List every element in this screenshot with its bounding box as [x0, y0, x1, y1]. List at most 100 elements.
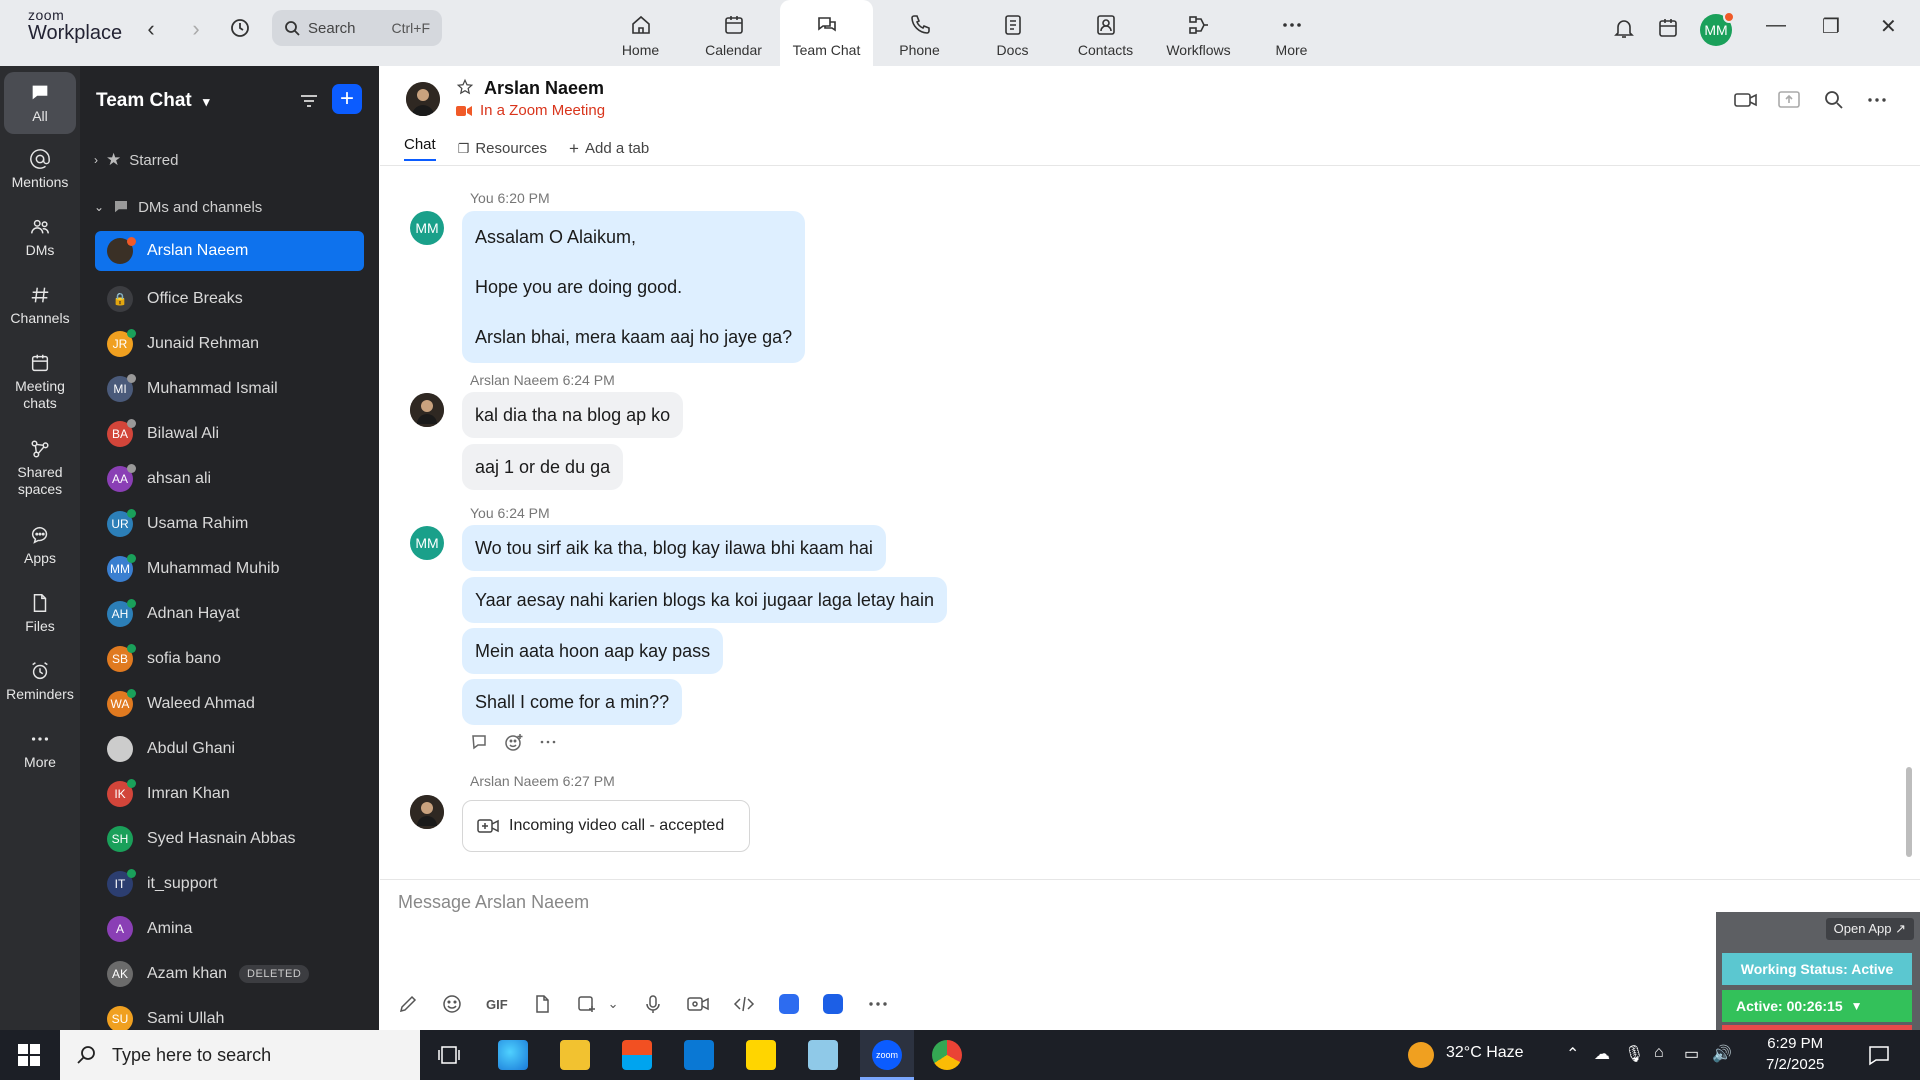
tab-phone[interactable]: Phone	[873, 0, 966, 66]
rail-shared-spaces[interactable]: Shared spaces	[4, 438, 76, 498]
sidebar-contact[interactable]: AH Adnan Hayat	[95, 591, 364, 636]
share-screen-icon[interactable]	[1778, 90, 1800, 114]
sidebar-contact[interactable]: SB sofia bano	[95, 636, 364, 681]
contact-name[interactable]: Arslan Naeem	[484, 78, 604, 99]
tab-more[interactable]: More	[1245, 0, 1338, 66]
rail-more[interactable]: More	[4, 728, 76, 771]
battery-icon[interactable]: ▭	[1684, 1044, 1699, 1064]
filter-icon[interactable]	[298, 90, 320, 116]
tab-calendar[interactable]: Calendar	[687, 0, 780, 66]
store-icon[interactable]	[622, 1040, 652, 1070]
tab-workflows[interactable]: Workflows	[1152, 0, 1245, 66]
file-explorer-icon[interactable]	[560, 1040, 590, 1070]
reply-icon[interactable]	[470, 733, 490, 751]
sidebar-contact[interactable]: AA ahsan ali	[95, 456, 364, 501]
windows-start-icon[interactable]	[18, 1044, 40, 1070]
sidebar-contact[interactable]: SH Syed Hasnain Abbas	[95, 816, 364, 861]
chrome-icon[interactable]	[932, 1040, 962, 1070]
sidebar-contact[interactable]: AK Azam khan DELETED	[95, 951, 364, 996]
search-icon[interactable]	[1824, 90, 1844, 114]
back-arrow-icon[interactable]: ‹	[139, 16, 163, 42]
message-bubble[interactable]: Yaar aesay nahi karien blogs ka koi juga…	[462, 577, 947, 623]
sidebar-contact[interactable]: IK Imran Khan	[95, 771, 364, 816]
message-bubble[interactable]: Mein aata hoon aap kay pass	[462, 628, 724, 674]
search-box[interactable]: Search Ctrl+F	[272, 10, 442, 46]
network-tray-icon[interactable]: ⌂	[1654, 1044, 1664, 1062]
app-integration-2-icon[interactable]	[822, 994, 843, 1014]
starred-section[interactable]: › ★ Starred	[94, 150, 178, 170]
scrollbar[interactable]	[1906, 767, 1912, 857]
app-icon[interactable]	[808, 1040, 838, 1070]
rail-dms[interactable]: DMs	[4, 216, 76, 259]
tab-resources[interactable]: ❐ Resources	[458, 136, 547, 161]
forward-arrow-icon[interactable]: ›	[184, 16, 208, 42]
more-tools-icon[interactable]	[867, 994, 889, 1014]
history-icon[interactable]	[228, 16, 252, 44]
sidebar-contact[interactable]: MM Muhammad Muhib	[95, 546, 364, 591]
my-avatar[interactable]: MM	[410, 211, 444, 245]
sticky-notes-icon[interactable]	[746, 1040, 776, 1070]
zoom-taskbar-active[interactable]: zoom	[860, 1030, 914, 1080]
message-input[interactable]: Message Arslan Naeem	[398, 892, 589, 913]
user-avatar[interactable]: MM	[1700, 11, 1735, 46]
message-bubble[interactable]: Wo tou sirf aik ka tha, blog kay ilawa b…	[462, 525, 886, 571]
edge-browser-icon[interactable]	[498, 1040, 528, 1070]
tab-chat[interactable]: Chat	[404, 136, 436, 161]
new-chat-button[interactable]: +	[332, 84, 362, 114]
sidebar-contact[interactable]: Abdul Ghani	[95, 726, 364, 771]
mic-tray-icon[interactable]: 🎙	[1624, 1044, 1644, 1064]
star-outline-icon[interactable]	[456, 78, 474, 100]
call-record-card[interactable]: Incoming video call - accepted	[462, 800, 750, 852]
calendar-status-icon[interactable]	[1656, 16, 1680, 44]
sidebar-contact[interactable]: UR Usama Rahim	[95, 501, 364, 546]
weather-icon[interactable]	[1408, 1042, 1434, 1068]
sidebar-contact[interactable]: Arslan Naeem	[95, 231, 364, 271]
rail-mentions[interactable]: Mentions	[4, 148, 76, 191]
active-timer[interactable]: Active: 00:26:15 ▼	[1722, 990, 1912, 1022]
tab-docs[interactable]: Docs	[966, 0, 1059, 66]
sidebar-contact[interactable]: IT it_support	[95, 861, 364, 906]
working-status-badge[interactable]: Working Status: Active	[1722, 953, 1912, 985]
more-actions-icon[interactable]	[538, 733, 558, 751]
attach-file-icon[interactable]	[532, 994, 552, 1014]
rail-all[interactable]: All	[4, 72, 76, 134]
mail-icon[interactable]	[684, 1040, 714, 1070]
screenshot-icon[interactable]	[576, 994, 596, 1014]
volume-icon[interactable]: 🔊	[1712, 1044, 1732, 1064]
restore-icon[interactable]: ❐	[1822, 14, 1840, 39]
tab-contacts[interactable]: Contacts	[1059, 0, 1152, 66]
app-integration-icon[interactable]	[778, 994, 799, 1014]
taskbar-clock[interactable]: 6:29 PM 7/2/2025	[1766, 1033, 1824, 1075]
sidebar-contact[interactable]: A Amina	[95, 906, 364, 951]
rail-apps[interactable]: Apps	[4, 524, 76, 567]
sidebar-title[interactable]: Team Chat ▾	[96, 90, 210, 112]
onedrive-icon[interactable]: ☁	[1594, 1044, 1610, 1064]
rail-reminders[interactable]: Reminders	[4, 660, 76, 703]
more-options-icon[interactable]	[1866, 90, 1888, 114]
sidebar-contact[interactable]: JR Junaid Rehman	[95, 321, 364, 366]
close-icon[interactable]: ✕	[1880, 14, 1897, 39]
my-avatar[interactable]: MM	[410, 526, 444, 560]
chevron-up-icon[interactable]: ⌃	[1566, 1044, 1579, 1064]
dms-channels-section[interactable]: ⌄ DMs and channels	[94, 198, 262, 216]
code-snippet-icon[interactable]	[733, 994, 755, 1014]
sidebar-contact[interactable]: BA Bilawal Ali	[95, 411, 364, 456]
video-call-icon[interactable]	[1734, 90, 1758, 114]
rail-files[interactable]: Files	[4, 592, 76, 635]
emoji-reaction-icon[interactable]	[504, 733, 524, 751]
contact-avatar[interactable]	[406, 82, 440, 116]
message-bubble[interactable]: aaj 1 or de du ga	[462, 444, 624, 490]
sidebar-contact[interactable]: WA Waleed Ahmad	[95, 681, 364, 726]
bell-icon[interactable]	[1612, 16, 1636, 44]
tab-add[interactable]: + Add a tab	[569, 136, 649, 161]
message-bubble[interactable]: Assalam O Alaikum, Hope you are doing go…	[462, 211, 806, 363]
tab-team-chat[interactable]: Team Chat	[780, 0, 873, 66]
contact-avatar[interactable]	[410, 795, 444, 829]
rail-channels[interactable]: Channels	[4, 284, 76, 327]
sidebar-contact[interactable]: 🔒 Office Breaks	[95, 276, 364, 321]
tab-home[interactable]: Home	[594, 0, 687, 66]
message-bubble[interactable]: Shall I come for a min??	[462, 679, 683, 725]
gif-button[interactable]: GIF	[486, 997, 508, 1012]
task-view-icon[interactable]	[438, 1044, 460, 1070]
sidebar-contact[interactable]: MI Muhammad Ismail	[95, 366, 364, 411]
